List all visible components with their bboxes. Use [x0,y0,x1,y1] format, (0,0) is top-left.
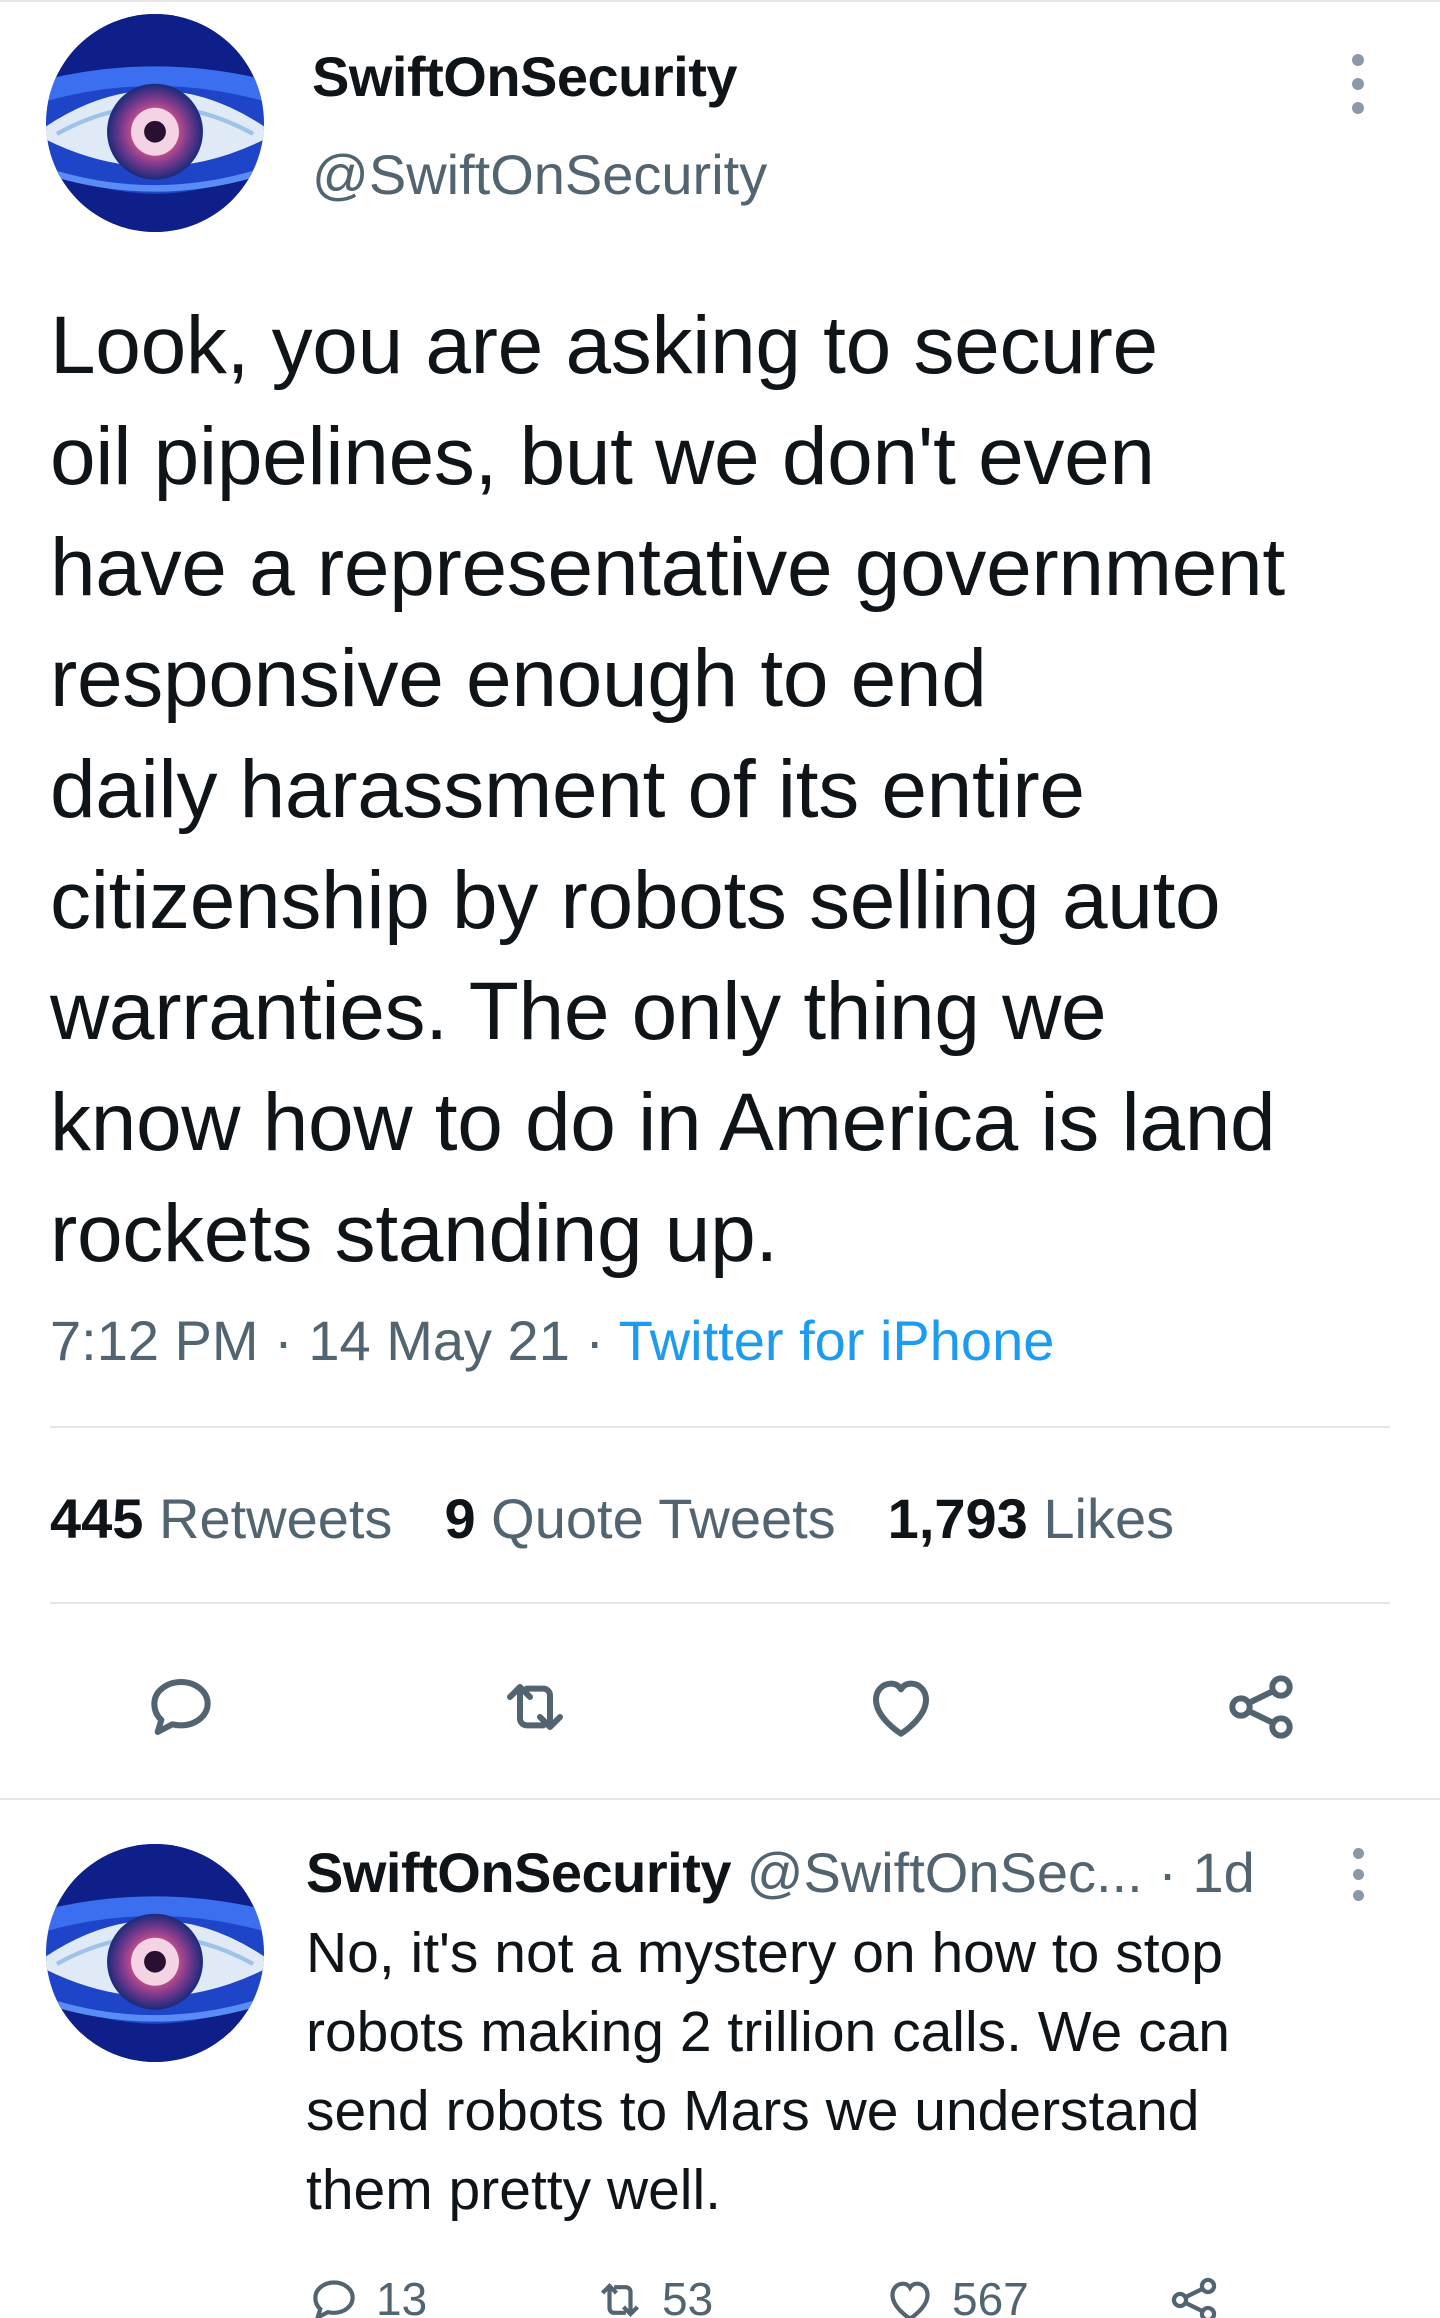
share-button[interactable] [1216,1662,1306,1752]
like-button[interactable] [856,1662,946,1752]
meta-separator: · [585,1309,619,1372]
retweet-icon [601,2283,639,2317]
quotes-count: 9 [444,1487,476,1550]
top-border [0,0,1440,2]
reply-button[interactable] [136,1662,226,1752]
like-icon [873,1680,929,1737]
quotes-label: Quote Tweets [491,1487,836,1550]
divider [50,1426,1390,1428]
divider [50,1602,1390,1604]
share-icon [1171,2277,1217,2318]
tweet-time: 7:12 PM [50,1309,259,1372]
quote-tweets-stat[interactable]: 9 Quote Tweets [444,1486,835,1551]
avatar[interactable] [46,14,264,232]
retweet-icon [507,1684,563,1730]
likes-count: 1,793 [887,1487,1028,1550]
reply-avatar[interactable] [46,1844,264,2062]
reply-retweet-count: 53 [662,2273,714,2318]
reply-like-count: 567 [952,2273,1029,2318]
eye-avatar-icon [46,1844,264,2062]
like-icon [890,2281,930,2318]
tweet-text: Look, you are asking to secure oil pipel… [50,300,1285,1279]
retweet-button[interactable] [490,1662,580,1752]
share-icon [1229,1675,1293,1739]
display-name[interactable]: SwiftOnSecurity [312,44,738,109]
tweet-source-link[interactable]: Twitter for iPhone [619,1309,1055,1372]
reply-icon [151,1679,211,1735]
reply-retweet-button[interactable]: 53 [592,2272,713,2318]
reply-header: SwiftOnSecurity @SwiftOnSec... · 1d [306,1840,1255,1905]
retweets-count: 445 [50,1487,144,1550]
meta-separator: · [1158,1841,1193,1904]
meta-separator: · [274,1309,309,1372]
reply-like-button[interactable]: 567 [882,2272,1029,2318]
likes-label: Likes [1043,1487,1175,1550]
reply-display-name[interactable]: SwiftOnSecurity [306,1841,732,1904]
divider [0,1798,1440,1800]
tweet-meta: 7:12 PM · 14 May 21 · Twitter for iPhone [50,1308,1054,1373]
reply-handle[interactable]: @SwiftOnSec... [747,1841,1143,1904]
tweet-date: 14 May 21 [308,1309,570,1372]
eye-avatar-icon [46,14,264,232]
reply-icon [313,2280,355,2318]
retweets-stat[interactable]: 445 Retweets [50,1486,392,1551]
reply-text: No, it's not a mystery on how to stop ro… [306,1921,1230,2222]
reply-reply-button[interactable]: 13 [306,2272,427,2318]
reply-action-bar: 13 53 567 [306,2262,1406,2318]
retweets-label: Retweets [159,1487,393,1550]
tweet-stats: 445 Retweets 9 Quote Tweets 1,793 Likes [50,1486,1174,1551]
user-handle[interactable]: @SwiftOnSecurity [312,142,767,207]
more-options-icon[interactable] [1346,54,1370,114]
reply-share-button[interactable] [1166,2272,1222,2318]
reply-more-options-icon[interactable] [1346,1848,1370,1901]
reply-reply-count: 13 [376,2273,428,2318]
reply-age: 1d [1192,1841,1255,1904]
likes-stat[interactable]: 1,793 Likes [888,1486,1174,1551]
